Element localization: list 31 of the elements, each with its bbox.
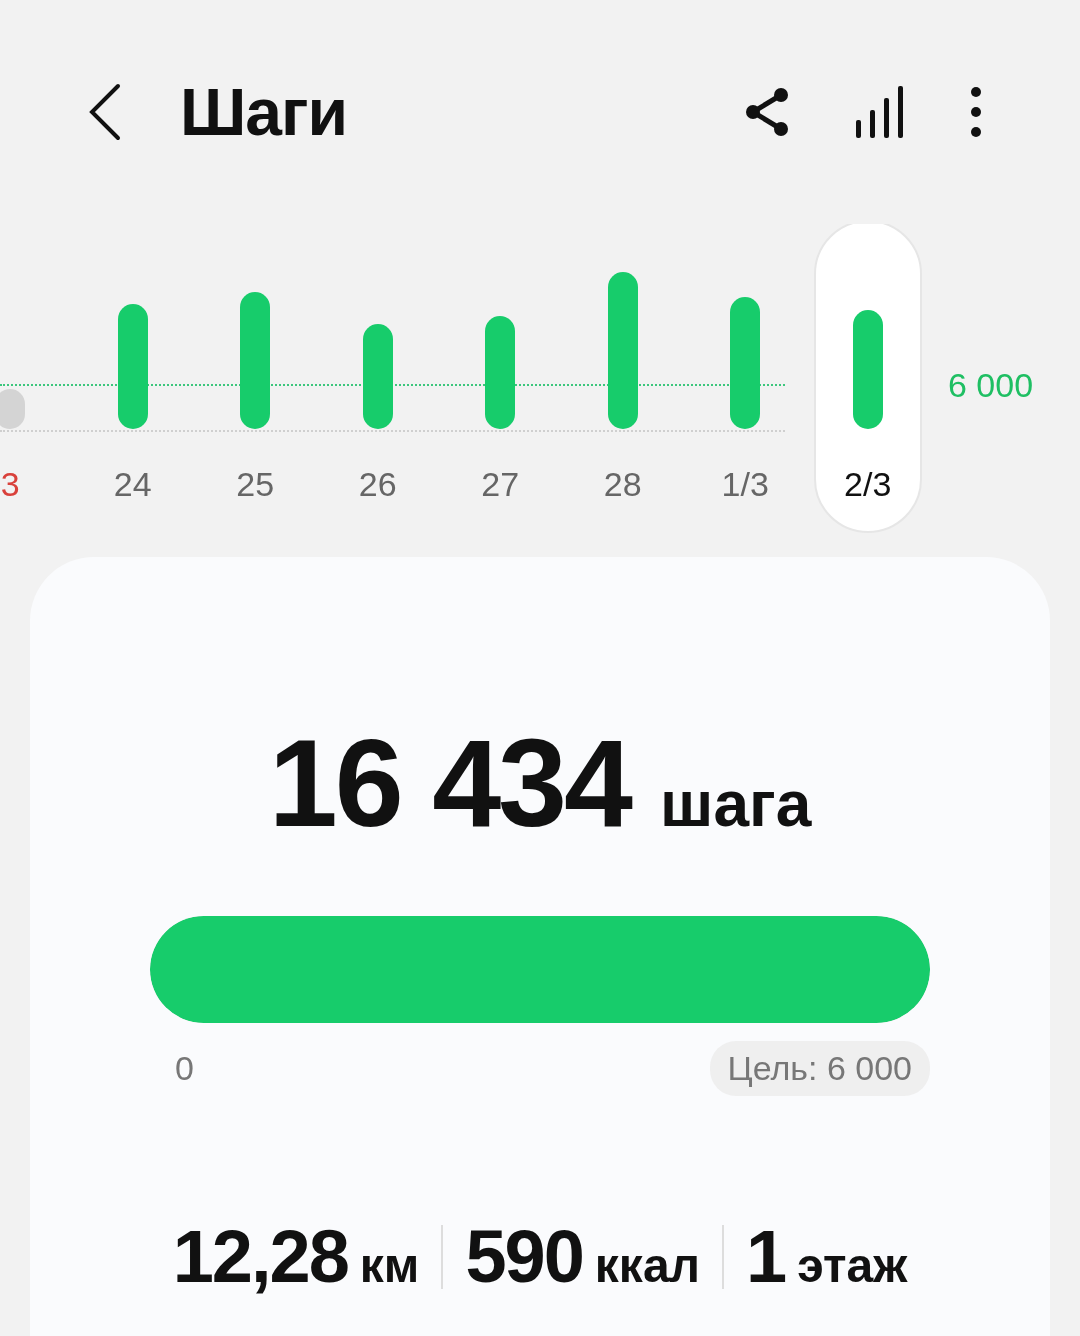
step-bar[interactable] [362, 324, 393, 429]
stat-value: 1 [746, 1214, 786, 1299]
stat-unit: ккал [594, 1238, 701, 1293]
step-bar[interactable] [730, 297, 761, 429]
step-bar[interactable] [240, 292, 271, 429]
stat-value: 12,28 [172, 1214, 348, 1299]
day-label[interactable]: 28 [603, 465, 642, 504]
stat-unit: км [359, 1238, 420, 1293]
step-unit: шага [660, 767, 812, 841]
stat-value: 590 [465, 1214, 583, 1299]
share-button[interactable] [744, 86, 790, 138]
day-label[interactable]: 24 [113, 465, 152, 504]
day-label[interactable]: 25 [236, 465, 275, 504]
screen-title: Шаги [180, 74, 348, 150]
step-bar[interactable] [117, 304, 148, 429]
goal-line-label: 6 000 [948, 366, 1034, 405]
step-bar[interactable] [607, 272, 638, 429]
stat-unit: этаж [797, 1238, 908, 1293]
step-count: 16 434 [268, 713, 631, 854]
more-options-button[interactable] [970, 86, 982, 138]
day-label[interactable]: 3 [0, 465, 20, 504]
day-label[interactable]: 26 [358, 465, 397, 504]
day-label[interactable]: 2/3 [844, 465, 892, 504]
day-label[interactable]: 1/3 [721, 465, 769, 504]
bar-chart-button[interactable] [854, 84, 906, 140]
step-bar[interactable] [0, 389, 26, 429]
step-bar[interactable] [852, 310, 883, 429]
day-label[interactable]: 27 [481, 465, 520, 504]
step-bar[interactable] [485, 316, 516, 429]
progress-min-label: 0 [175, 1049, 194, 1088]
goal-badge: Цель: 6 000 [709, 1041, 930, 1096]
